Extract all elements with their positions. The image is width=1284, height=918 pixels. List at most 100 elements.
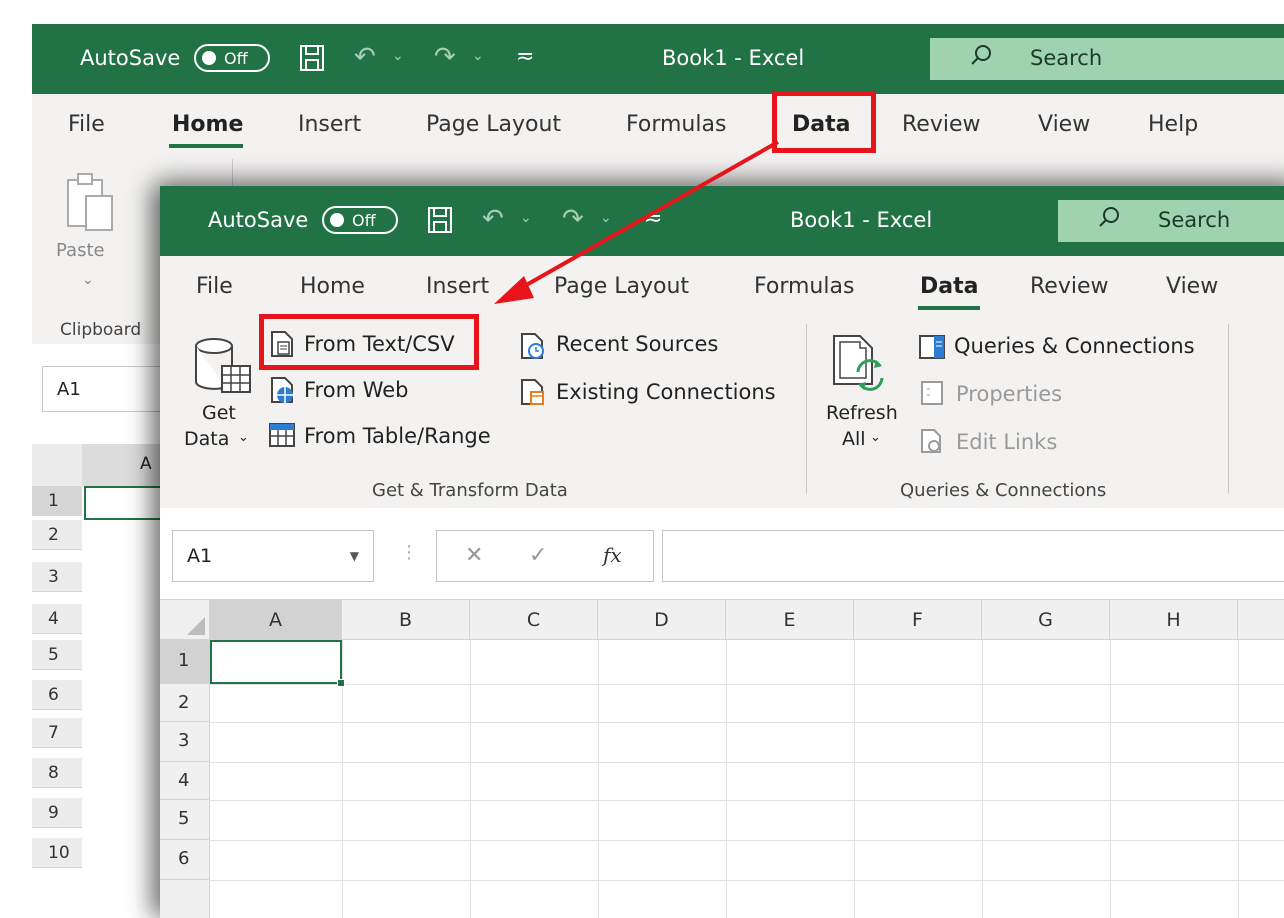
select-all-corner[interactable] bbox=[160, 600, 210, 640]
row-header-2[interactable]: 2 bbox=[160, 684, 210, 722]
get-data-label[interactable]: Get bbox=[202, 402, 236, 424]
row-header-6[interactable]: 6 bbox=[160, 840, 210, 880]
chevron-down-icon[interactable]: ⌄ bbox=[870, 430, 881, 445]
row-header-1[interactable]: 1 bbox=[160, 640, 210, 684]
name-box[interactable]: A1 ▼ bbox=[172, 530, 374, 582]
autosave-state: Off bbox=[224, 49, 248, 68]
database-icon[interactable] bbox=[192, 336, 254, 396]
properties-button[interactable]: Properties bbox=[956, 382, 1062, 406]
row-header-7[interactable] bbox=[160, 880, 210, 918]
chevron-down-icon[interactable]: ⌄ bbox=[82, 272, 94, 288]
edit-links-button[interactable]: Edit Links bbox=[956, 430, 1057, 454]
get-transform-group-label: Get & Transform Data bbox=[372, 480, 568, 501]
splitter-dots-icon[interactable]: ⋮ bbox=[400, 542, 418, 563]
tab-insert[interactable]: Insert bbox=[426, 274, 489, 299]
column-header-d[interactable]: D bbox=[598, 600, 726, 640]
row-header-7[interactable]: 7 bbox=[32, 718, 82, 748]
tab-file[interactable]: File bbox=[68, 112, 105, 137]
tab-review[interactable]: Review bbox=[1030, 274, 1109, 299]
undo-icon[interactable]: ↶ bbox=[482, 204, 504, 234]
edit-links-icon bbox=[921, 429, 941, 453]
insert-function-icon[interactable]: fx bbox=[603, 543, 622, 567]
row-header-10[interactable]: 10 bbox=[32, 838, 82, 868]
row-header-3[interactable]: 3 bbox=[32, 562, 82, 592]
row-header-9[interactable]: 9 bbox=[32, 798, 82, 828]
tab-view[interactable]: View bbox=[1038, 112, 1090, 137]
tab-page-layout[interactable]: Page Layout bbox=[554, 274, 689, 299]
paste-icon[interactable] bbox=[66, 172, 114, 232]
recent-sources-button[interactable]: Recent Sources bbox=[556, 332, 718, 356]
customize-toolbar-icon[interactable]: ≂ bbox=[516, 44, 534, 69]
tab-page-layout[interactable]: Page Layout bbox=[426, 112, 561, 137]
chevron-down-icon[interactable]: ⌄ bbox=[520, 210, 532, 226]
row-header-5[interactable]: 5 bbox=[160, 800, 210, 840]
grid-line bbox=[854, 640, 855, 918]
row-header-4[interactable]: 4 bbox=[32, 604, 82, 634]
column-header-f[interactable]: F bbox=[854, 600, 982, 640]
refresh-icon[interactable] bbox=[832, 334, 886, 396]
grid-line bbox=[598, 640, 599, 918]
search-box[interactable]: Search bbox=[930, 38, 1284, 80]
get-data-label[interactable]: Data bbox=[184, 428, 229, 450]
refresh-all-label[interactable]: Refresh bbox=[826, 402, 898, 424]
chevron-down-icon[interactable]: ⌄ bbox=[238, 430, 249, 445]
dropdown-arrow-icon[interactable]: ▼ bbox=[350, 549, 359, 563]
row-header-6[interactable]: 6 bbox=[32, 680, 82, 710]
tab-home[interactable]: Home bbox=[172, 112, 243, 137]
save-icon[interactable] bbox=[427, 206, 453, 234]
name-box-value: A1 bbox=[57, 379, 81, 400]
tab-formulas[interactable]: Formulas bbox=[626, 112, 726, 137]
queries-pane-icon bbox=[919, 335, 945, 359]
from-table-range-button[interactable]: From Table/Range bbox=[304, 424, 491, 448]
chevron-down-icon[interactable]: ⌄ bbox=[392, 48, 404, 64]
row-header-3[interactable]: 3 bbox=[160, 722, 210, 762]
autosave-toggle[interactable]: Off bbox=[194, 44, 270, 72]
column-header-b[interactable]: B bbox=[342, 600, 470, 640]
tab-view[interactable]: View bbox=[1166, 274, 1218, 299]
row-header-1[interactable]: 1 bbox=[32, 486, 82, 516]
column-header-e[interactable]: E bbox=[726, 600, 854, 640]
redo-icon[interactable]: ↷ bbox=[434, 42, 456, 72]
autosave-toggle[interactable]: Off bbox=[322, 206, 398, 234]
from-web-button[interactable]: From Web bbox=[304, 378, 409, 402]
column-header-h[interactable]: H bbox=[1110, 600, 1238, 640]
grid-line bbox=[470, 640, 471, 918]
enter-check-icon[interactable]: ✓ bbox=[529, 543, 547, 568]
tab-formulas[interactable]: Formulas bbox=[754, 274, 854, 299]
grid-line bbox=[1238, 640, 1239, 918]
search-box[interactable]: Search bbox=[1058, 200, 1284, 242]
customize-toolbar-icon[interactable]: ≂ bbox=[644, 206, 662, 231]
row-header-8[interactable]: 8 bbox=[32, 758, 82, 788]
tab-file[interactable]: File bbox=[196, 274, 233, 299]
column-header-g[interactable]: G bbox=[982, 600, 1110, 640]
queries-connections-button[interactable]: Queries & Connections bbox=[954, 334, 1195, 358]
selected-cell-a1[interactable] bbox=[210, 640, 345, 687]
row-header-4[interactable]: 4 bbox=[160, 762, 210, 800]
tab-home[interactable]: Home bbox=[300, 274, 365, 299]
paste-label[interactable]: Paste bbox=[56, 240, 105, 261]
column-header-c[interactable]: C bbox=[470, 600, 598, 640]
excel-window-foreground: AutoSave Off ↶ ⌄ ↷ ⌄ ≂ Book1 - Excel Sea… bbox=[160, 186, 1284, 918]
tab-insert[interactable]: Insert bbox=[298, 112, 361, 137]
tab-data[interactable]: Data bbox=[920, 274, 978, 299]
cancel-icon[interactable]: ✕ bbox=[465, 543, 483, 568]
grid-line bbox=[210, 684, 1284, 685]
tab-help[interactable]: Help bbox=[1148, 112, 1198, 137]
formula-bar-input[interactable] bbox=[662, 530, 1284, 582]
chevron-down-icon[interactable]: ⌄ bbox=[600, 210, 612, 226]
tab-review[interactable]: Review bbox=[902, 112, 981, 137]
redo-icon[interactable]: ↷ bbox=[562, 204, 584, 234]
fill-handle[interactable] bbox=[337, 679, 345, 687]
select-all-corner[interactable] bbox=[32, 444, 82, 486]
save-icon[interactable] bbox=[299, 44, 325, 72]
grid-line bbox=[210, 722, 1284, 723]
row-header-2[interactable]: 2 bbox=[32, 520, 82, 550]
undo-icon[interactable]: ↶ bbox=[354, 42, 376, 72]
chevron-down-icon[interactable]: ⌄ bbox=[472, 48, 484, 64]
existing-connections-button[interactable]: Existing Connections bbox=[556, 380, 776, 404]
row-header-5[interactable]: 5 bbox=[32, 640, 82, 670]
column-header-a[interactable]: A bbox=[210, 600, 342, 640]
worksheet-grid[interactable]: A B C D E F G H 1 2 3 4 5 6 bbox=[160, 600, 1284, 918]
refresh-all-label[interactable]: All bbox=[842, 428, 866, 450]
column-header-next[interactable] bbox=[1238, 600, 1284, 640]
